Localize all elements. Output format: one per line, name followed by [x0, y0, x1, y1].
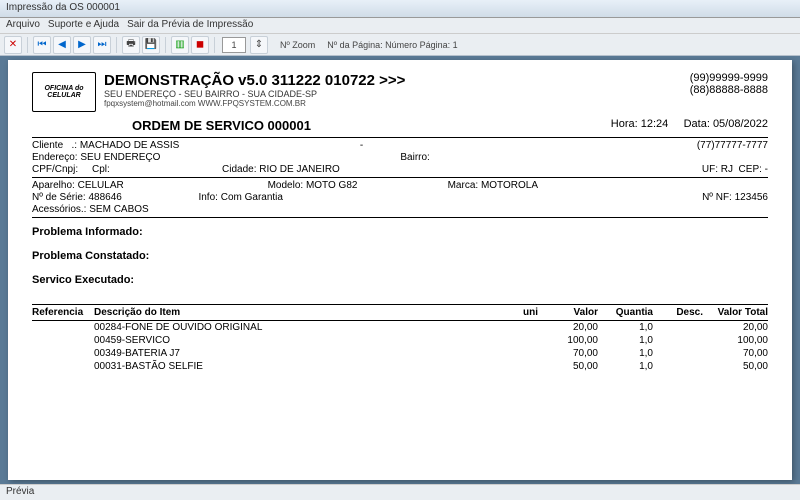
cpl-label: Cpl: — [92, 164, 222, 175]
cep-label: CEP: — [739, 164, 762, 175]
table-body: 00284-FONE DE OUVIDO ORIGINAL20,001,020,… — [32, 321, 768, 373]
problema-constatado-label: Problema Constatado: — [32, 250, 768, 262]
next-page-icon[interactable]: ▶ — [73, 36, 91, 54]
company-address: SEU ENDEREÇO - SEU BAIRRO - SUA CIDADE-S… — [104, 89, 405, 99]
preview-area: OFICINA do CELULAR DEMONSTRAÇÃO v5.0 311… — [0, 56, 800, 484]
close-icon[interactable]: ✕ — [4, 36, 22, 54]
table-row: 00284-FONE DE OUVIDO ORIGINAL20,001,020,… — [32, 321, 768, 334]
modelo-label: Modelo: — [268, 180, 304, 191]
table-row: 00349-BATERIA J770,001,070,00 — [32, 347, 768, 360]
problema-informado-label: Problema Informado: — [32, 226, 768, 238]
cep-value: - — [762, 164, 768, 175]
info-label: Info: — [198, 192, 217, 203]
table-row: 00031-BASTÃO SELFIE50,001,050,00 — [32, 360, 768, 373]
data-label: Data: — [684, 118, 710, 130]
first-page-icon[interactable]: ⏮ — [33, 36, 51, 54]
table-row: 00459-SERVICO100,001,0100,00 — [32, 334, 768, 347]
nf-value: 123456 — [735, 192, 768, 203]
cidade-value: RIO DE JANEIRO — [259, 164, 340, 175]
cliente-nome: MACHADO DE ASSIS — [80, 140, 360, 151]
zoom-input[interactable]: 1 — [222, 37, 246, 53]
bairro-label: Bairro: — [400, 152, 429, 163]
aparelho-label: Aparelho: — [32, 180, 75, 191]
acess-value: SEM CABOS — [89, 204, 148, 215]
page-label: Nº da Página: Número Página: 1 — [327, 40, 457, 50]
servico-executado-label: Servico Executado: — [32, 274, 768, 286]
nf-label: Nº NF: — [702, 192, 732, 203]
menu-arquivo[interactable]: Arquivo — [6, 19, 40, 32]
save-icon[interactable]: 💾 — [142, 36, 160, 54]
last-page-icon[interactable]: ⏭ — [93, 36, 111, 54]
zoom-label: Nº Zoom — [280, 40, 315, 50]
company-contact: fpqxsystem@hotmail.com WWW.FPQSYSTEM.COM… — [104, 99, 405, 108]
cpf-label: CPF/Cnpj: — [32, 164, 92, 175]
serie-label: Nº de Série: — [32, 192, 86, 203]
report-page: OFICINA do CELULAR DEMONSTRAÇÃO v5.0 311… — [8, 60, 792, 480]
aparelho-value: CELULAR — [78, 180, 268, 191]
open-icon[interactable]: ▥ — [171, 36, 189, 54]
hora-label: Hora: — [611, 118, 638, 130]
cliente-label: Cliente .: — [32, 140, 77, 151]
os-number: ORDEM DE SERVICO 000001 — [132, 118, 311, 133]
serie-value: 488646 — [88, 192, 198, 203]
menu-bar: Arquivo Suporte e Ajuda Sair da Prévia d… — [0, 18, 800, 34]
menu-sair[interactable]: Sair da Prévia de Impressão — [127, 19, 253, 32]
modelo-value: MOTO G82 — [306, 180, 358, 191]
cliente-fone: (77)77777-7777 — [530, 140, 768, 151]
stop-icon[interactable]: ◼ — [191, 36, 209, 54]
zoom-stepper-icon[interactable]: ⇕ — [250, 36, 268, 54]
info-value: Com Garantia — [221, 192, 283, 203]
hora-value: 12:24 — [641, 118, 669, 130]
menu-suporte[interactable]: Suporte e Ajuda — [48, 19, 119, 32]
company-title: DEMONSTRAÇÃO v5.0 311222 010722 >>> — [104, 72, 405, 89]
window-titlebar: Impressão da OS 000001 — [0, 0, 800, 18]
uf-label: UF: — [702, 164, 718, 175]
company-logo: OFICINA do CELULAR — [32, 72, 96, 112]
company-phone1: (99)99999-9999 — [690, 72, 768, 84]
acess-label: Acessórios.: — [32, 204, 86, 215]
toolbar: ✕ ⏮ ◀ ▶ ⏭ 🖶 💾 ▥ ◼ 1 ⇕ Nº Zoom Nº da Pági… — [0, 34, 800, 56]
marca-value: MOTOROLA — [481, 180, 538, 191]
printer-icon[interactable]: 🖶 — [122, 36, 140, 54]
company-phone2: (88)88888-8888 — [690, 84, 768, 96]
endereco-value: SEU ENDEREÇO — [80, 152, 400, 163]
status-bar: Prévia — [0, 484, 800, 500]
table-header: Referencia Descrição do Item uni Valor Q… — [32, 304, 768, 321]
prev-page-icon[interactable]: ◀ — [53, 36, 71, 54]
cidade-label: Cidade: — [222, 164, 256, 175]
marca-label: Marca: — [448, 180, 479, 191]
uf-value: RJ — [721, 164, 733, 175]
endereco-label: Endereço: — [32, 152, 78, 163]
data-value: 05/08/2022 — [713, 118, 768, 130]
cliente-dash: - — [360, 140, 530, 151]
